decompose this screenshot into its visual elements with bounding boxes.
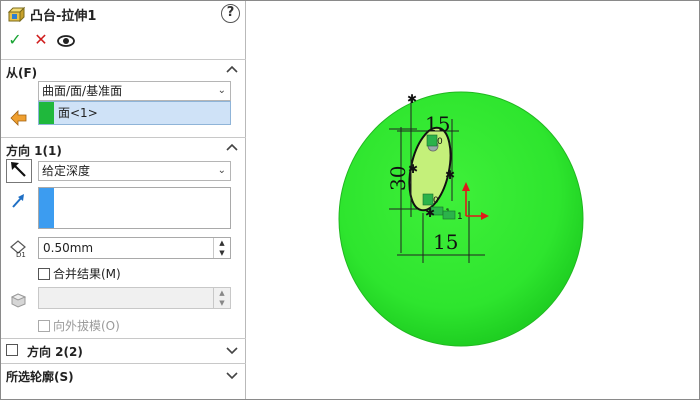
selected-contours-label: 所选轮廓(S): [6, 370, 74, 384]
dimension-top[interactable]: 15: [425, 112, 450, 136]
extrude-boss-icon: [7, 6, 25, 22]
merge-result-label: 合并结果(M): [53, 267, 121, 281]
dimension-bottom[interactable]: 15: [433, 230, 458, 254]
help-icon[interactable]: ?: [221, 4, 240, 23]
draft-angle-input: ▲ ▼: [38, 287, 231, 309]
depth-value: 0.50mm: [43, 241, 94, 255]
reverse-direction-button[interactable]: [6, 159, 32, 183]
spin-up-icon[interactable]: ▲: [214, 238, 230, 248]
chevron-down-icon[interactable]: [226, 369, 238, 381]
end-condition-value: 给定深度: [42, 164, 91, 178]
draft-outward-checkbox: 向外拔模(O): [38, 317, 120, 333]
depth-spinner[interactable]: ▲ ▼: [213, 238, 230, 258]
depth-icon: D1: [10, 240, 26, 259]
svg-text:✱: ✱: [407, 92, 417, 106]
chevron-down-icon[interactable]: [226, 344, 238, 356]
svg-text:✱: ✱: [408, 162, 418, 176]
model-view[interactable]: 15 30 15 0 0 1 1 ✱ ✱ ✱ ✱: [247, 1, 699, 399]
from-type-value: 曲面/面/基准面: [42, 84, 123, 98]
face-selection-box[interactable]: 面<1>: [38, 101, 231, 125]
from-section-label: 从(F): [6, 66, 38, 80]
relation-mark: 1: [457, 212, 463, 222]
selected-face-item[interactable]: 面<1>: [58, 104, 98, 121]
selected-contours-header[interactable]: 所选轮廓(S): [1, 363, 246, 385]
action-bar: ✓ ✕: [1, 29, 246, 51]
spin-down-icon: ▼: [219, 299, 225, 307]
arrow-direction-icon: [11, 162, 26, 177]
merge-result-checkbox[interactable]: 合并结果(M): [38, 265, 121, 281]
preview-eye-icon[interactable]: [56, 31, 76, 51]
cancel-button[interactable]: ✕: [31, 30, 51, 50]
draft-spinner: ▲ ▼: [213, 288, 230, 308]
depth-input[interactable]: 0.50mm ▲ ▼: [38, 237, 231, 259]
dimension-left[interactable]: 30: [386, 166, 410, 191]
property-manager: 凸台-拉伸1 ? ✓ ✕ 从(F) 曲面/面/基准面 ⌄ 面<1> 方向 1(1…: [1, 1, 246, 399]
chevron-up-icon[interactable]: [226, 142, 238, 154]
selection-color-swatch: [39, 102, 54, 124]
end-condition-select[interactable]: 给定深度 ⌄: [38, 161, 231, 181]
from-section-header[interactable]: 从(F): [1, 59, 246, 81]
spin-up-icon: ▲: [219, 289, 225, 297]
direction1-label: 方向 1(1): [6, 144, 62, 158]
direction-reference-list[interactable]: [38, 187, 231, 229]
draft-outward-label: 向外拔模(O): [53, 319, 120, 333]
ok-button[interactable]: ✓: [5, 30, 25, 50]
svg-text:✱: ✱: [445, 168, 455, 182]
direction1-section-header[interactable]: 方向 1(1): [1, 137, 246, 159]
direction2-section-header[interactable]: 方向 2(2): [1, 338, 246, 360]
relation-mark: 0: [433, 196, 439, 206]
chevron-up-icon[interactable]: [226, 64, 238, 76]
title-row: 凸台-拉伸1 ?: [1, 1, 246, 27]
svg-text:✱: ✱: [425, 206, 435, 220]
relation-mark: 0: [437, 137, 443, 147]
selection-color-swatch: [39, 188, 54, 228]
page-title: 凸台-拉伸1: [30, 9, 97, 24]
direction2-label: 方向 2(2): [27, 345, 83, 359]
direction-vector-icon: [12, 194, 24, 208]
graphics-viewport[interactable]: 15 30 15 0 0 1 1 ✱ ✱ ✱ ✱: [247, 1, 699, 399]
svg-text:D1: D1: [16, 251, 26, 259]
draft-icon[interactable]: [8, 288, 30, 310]
spin-down-icon[interactable]: ▼: [214, 248, 230, 258]
from-type-select[interactable]: 曲面/面/基准面 ⌄: [38, 81, 231, 101]
checkbox-icon: [38, 320, 50, 332]
reverse-direction-icon[interactable]: [8, 107, 30, 129]
direction2-checkbox[interactable]: [6, 344, 18, 356]
chevron-down-icon: ⌄: [217, 165, 226, 176]
checkbox-icon[interactable]: [38, 268, 50, 280]
chevron-down-icon: ⌄: [217, 85, 226, 96]
